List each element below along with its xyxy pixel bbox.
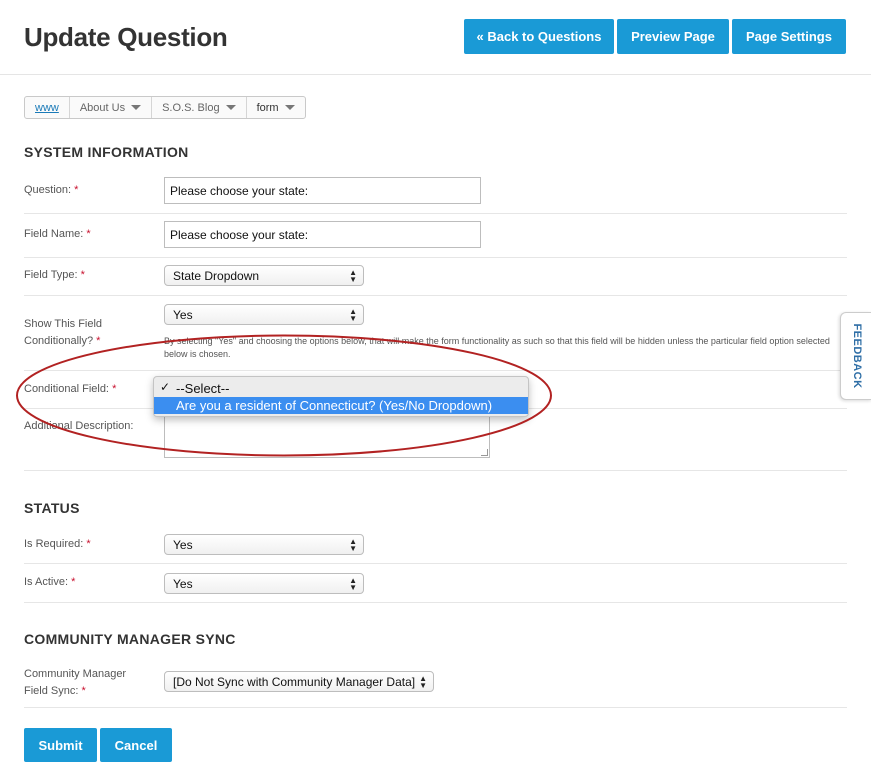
status-heading: STATUS bbox=[24, 500, 80, 516]
is-required-select[interactable]: Yes ▲ ▼ bbox=[164, 534, 364, 555]
divider bbox=[24, 602, 847, 603]
required-asterisk: * bbox=[80, 269, 85, 281]
dropdown-option-connecticut[interactable]: Are you a resident of Connecticut? (Yes/… bbox=[154, 397, 528, 414]
divider bbox=[24, 257, 847, 258]
select-arrows-icon: ▲ ▼ bbox=[419, 674, 427, 690]
required-asterisk: * bbox=[86, 538, 91, 550]
divider bbox=[24, 370, 847, 371]
question-label: Question: * bbox=[24, 184, 79, 196]
cancel-button[interactable]: Cancel bbox=[100, 728, 172, 762]
checkmark-icon: ✓ bbox=[160, 380, 171, 394]
show-conditionally-help: By selecting "Yes" and choosing the opti… bbox=[164, 336, 830, 359]
chevron-down-icon[interactable] bbox=[225, 105, 236, 110]
page-settings-button[interactable]: Page Settings bbox=[732, 19, 846, 54]
is-active-label: Is Active: * bbox=[24, 576, 76, 588]
show-conditionally-value: Yes bbox=[173, 307, 193, 322]
is-required-label: Is Required: * bbox=[24, 538, 91, 550]
breadcrumb: www About Us S.O.S. Blog form bbox=[24, 96, 306, 119]
breadcrumb-item-form[interactable]: form bbox=[247, 97, 305, 118]
show-conditionally-select[interactable]: Yes ▲ ▼ bbox=[164, 304, 364, 325]
system-information-heading: SYSTEM INFORMATION bbox=[24, 144, 189, 160]
select-arrows-icon: ▲ ▼ bbox=[349, 576, 357, 592]
back-to-questions-button[interactable]: « Back to Questions bbox=[464, 19, 614, 54]
breadcrumb-item-about-us[interactable]: About Us bbox=[70, 97, 153, 118]
feedback-tab[interactable]: FEEDBACK bbox=[840, 312, 871, 400]
divider bbox=[24, 470, 847, 471]
page-title: Update Question bbox=[24, 22, 228, 52]
preview-page-button[interactable]: Preview Page bbox=[617, 19, 729, 54]
dropdown-option-select[interactable]: ✓ --Select-- bbox=[154, 380, 528, 397]
chevron-down-icon[interactable] bbox=[131, 105, 142, 110]
required-asterisk: * bbox=[71, 576, 76, 588]
breadcrumb-item-sos-blog[interactable]: S.O.S. Blog bbox=[152, 97, 247, 118]
conditional-field-label: Conditional Field: * bbox=[24, 383, 117, 395]
required-asterisk: * bbox=[74, 184, 79, 196]
divider bbox=[24, 707, 847, 708]
breadcrumb-item-www[interactable]: www bbox=[25, 97, 70, 118]
dropdown-option-label: Are you a resident of Connecticut? (Yes/… bbox=[176, 398, 493, 413]
community-sync-value: [Do Not Sync with Community Manager Data… bbox=[173, 674, 416, 689]
feedback-label: FEEDBACK bbox=[850, 323, 863, 389]
is-active-select[interactable]: Yes ▲ ▼ bbox=[164, 573, 364, 594]
conditional-field-dropdown[interactable]: ✓ --Select-- Are you a resident of Conne… bbox=[153, 376, 529, 417]
field-name-input[interactable]: Please choose your state: bbox=[164, 221, 481, 248]
divider bbox=[24, 563, 847, 564]
is-active-value: Yes bbox=[173, 576, 193, 591]
breadcrumb-label: S.O.S. Blog bbox=[162, 101, 220, 114]
community-manager-sync-heading: COMMUNITY MANAGER SYNC bbox=[24, 631, 236, 647]
field-type-select[interactable]: State Dropdown ▲ ▼ bbox=[164, 265, 364, 286]
field-name-label: Field Name: * bbox=[24, 228, 91, 240]
community-sync-select[interactable]: [Do Not Sync with Community Manager Data… bbox=[164, 671, 434, 692]
chevron-down-icon[interactable] bbox=[284, 105, 295, 110]
resize-handle-icon[interactable] bbox=[481, 449, 488, 456]
required-asterisk: * bbox=[96, 335, 101, 347]
submit-button[interactable]: Submit bbox=[24, 728, 97, 762]
is-required-value: Yes bbox=[173, 537, 193, 552]
breadcrumb-label: www bbox=[35, 101, 59, 114]
select-arrows-icon: ▲ ▼ bbox=[349, 268, 357, 284]
page-header: Update Question « Back to Questions Prev… bbox=[0, 0, 871, 75]
select-arrows-icon: ▲ ▼ bbox=[349, 537, 357, 553]
divider bbox=[24, 213, 847, 214]
required-asterisk: * bbox=[86, 228, 91, 240]
community-sync-label: Community Manager Field Sync: * bbox=[24, 668, 127, 697]
breadcrumb-label: form bbox=[256, 101, 279, 114]
question-input[interactable]: Please choose your state: bbox=[164, 177, 481, 204]
required-asterisk: * bbox=[112, 383, 117, 395]
field-type-value: State Dropdown bbox=[173, 268, 260, 283]
dropdown-option-label: --Select-- bbox=[176, 381, 230, 396]
additional-description-textarea[interactable] bbox=[164, 414, 490, 458]
select-arrows-icon: ▲ ▼ bbox=[349, 307, 357, 323]
show-conditionally-label: Show This Field Conditionally? * bbox=[24, 318, 103, 347]
divider bbox=[24, 295, 847, 296]
breadcrumb-label: About Us bbox=[79, 101, 126, 114]
required-asterisk: * bbox=[81, 685, 86, 697]
field-type-label: Field Type: * bbox=[24, 269, 85, 281]
additional-description-label: Additional Description: bbox=[24, 420, 134, 432]
